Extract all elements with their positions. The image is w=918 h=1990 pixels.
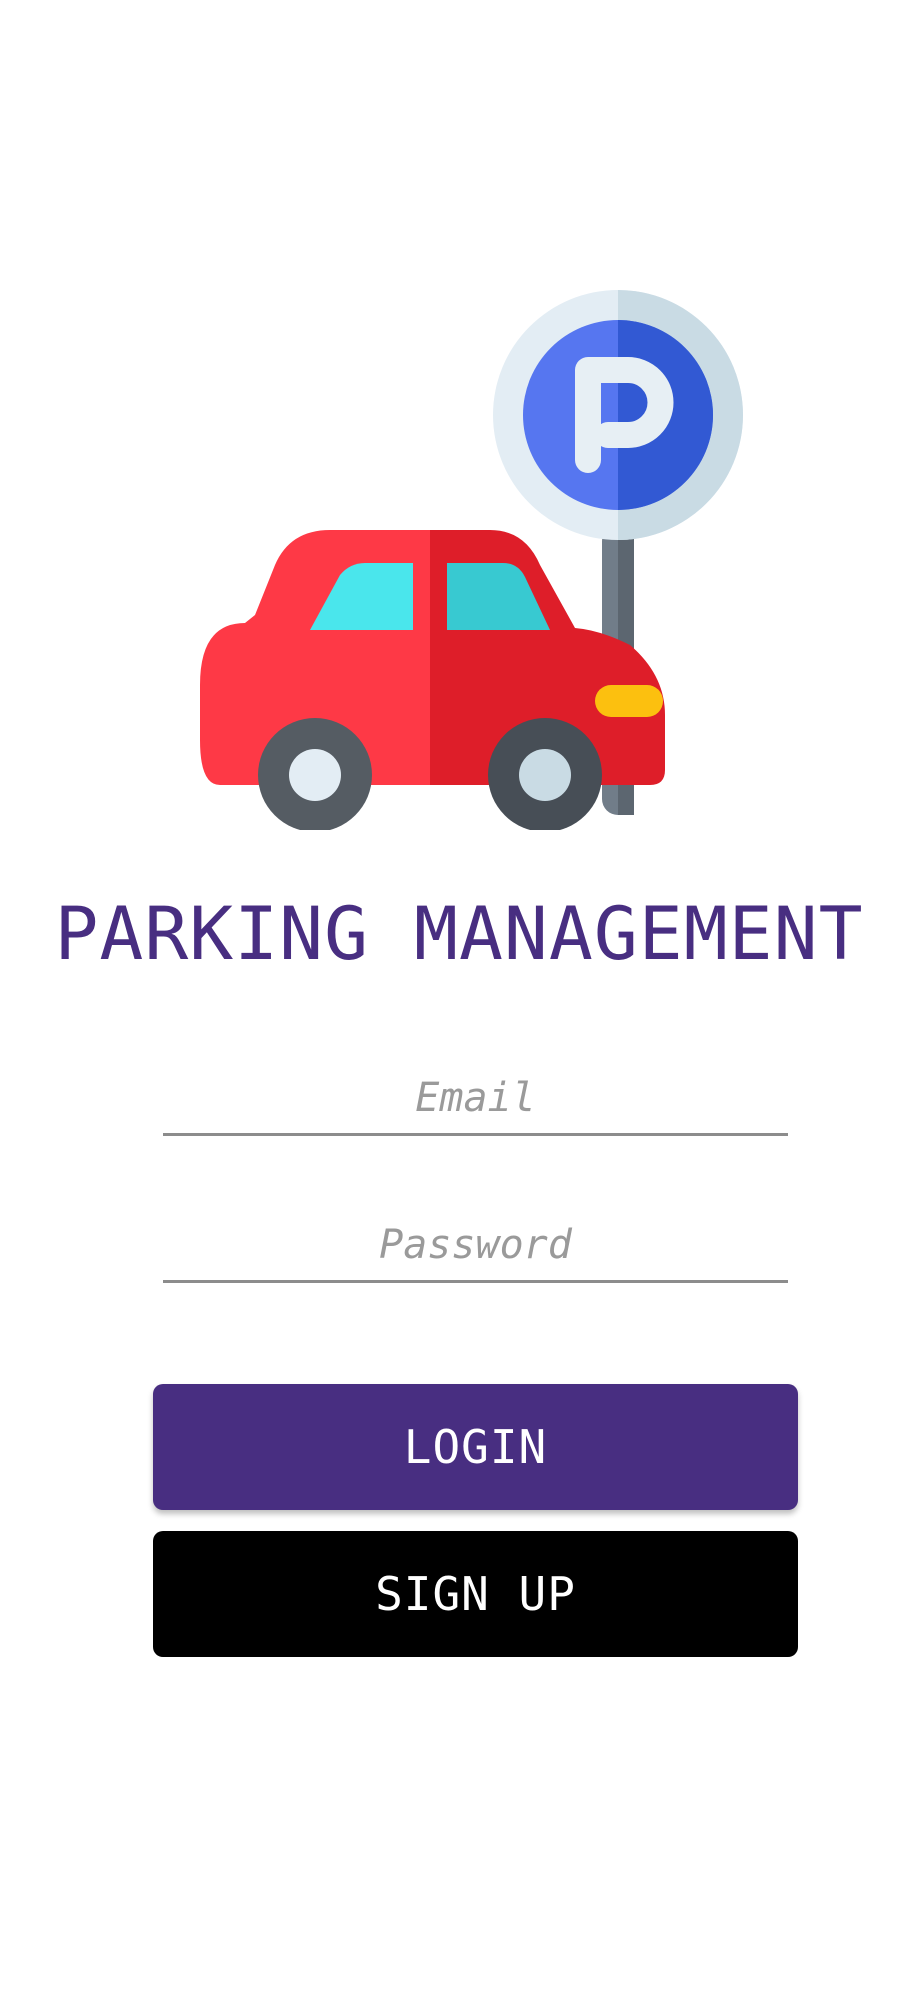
signup-button[interactable]: SIGN UP (153, 1531, 798, 1657)
email-field[interactable] (163, 1063, 788, 1133)
page-title: PARKING MANAGEMENT (54, 892, 864, 977)
login-button[interactable]: LOGIN (153, 1384, 798, 1510)
password-field[interactable] (163, 1210, 788, 1280)
car-parking-icon (200, 285, 750, 830)
password-field-container (163, 1210, 788, 1283)
email-field-container (163, 1063, 788, 1136)
